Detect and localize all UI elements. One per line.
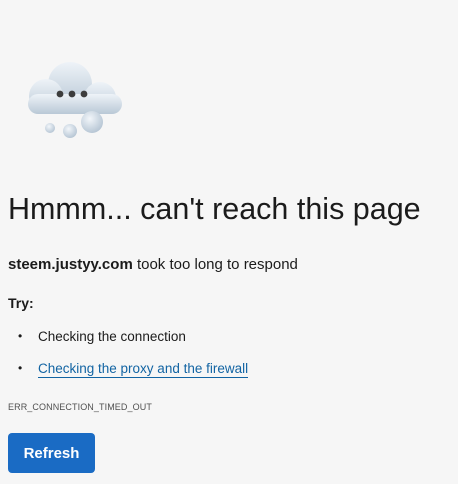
suggestion-check-connection: Checking the connection [38,329,186,344]
bullet: • [18,329,23,343]
refresh-button[interactable]: Refresh [8,433,95,473]
page-title: Hmmm... can't reach this page [8,192,421,226]
host-name: steem.justyy.com [8,256,133,273]
try-heading: Try: [8,295,34,311]
bullet: • [18,361,23,375]
cloud-thinking-icon [18,58,126,140]
error-code: ERR_CONNECTION_TIMED_OUT [8,402,152,412]
proxy-firewall-link[interactable]: Checking the proxy and the firewall [38,361,249,378]
error-message: steem.justyy.com took too long to respon… [8,256,298,273]
error-description: took too long to respond [132,256,298,273]
